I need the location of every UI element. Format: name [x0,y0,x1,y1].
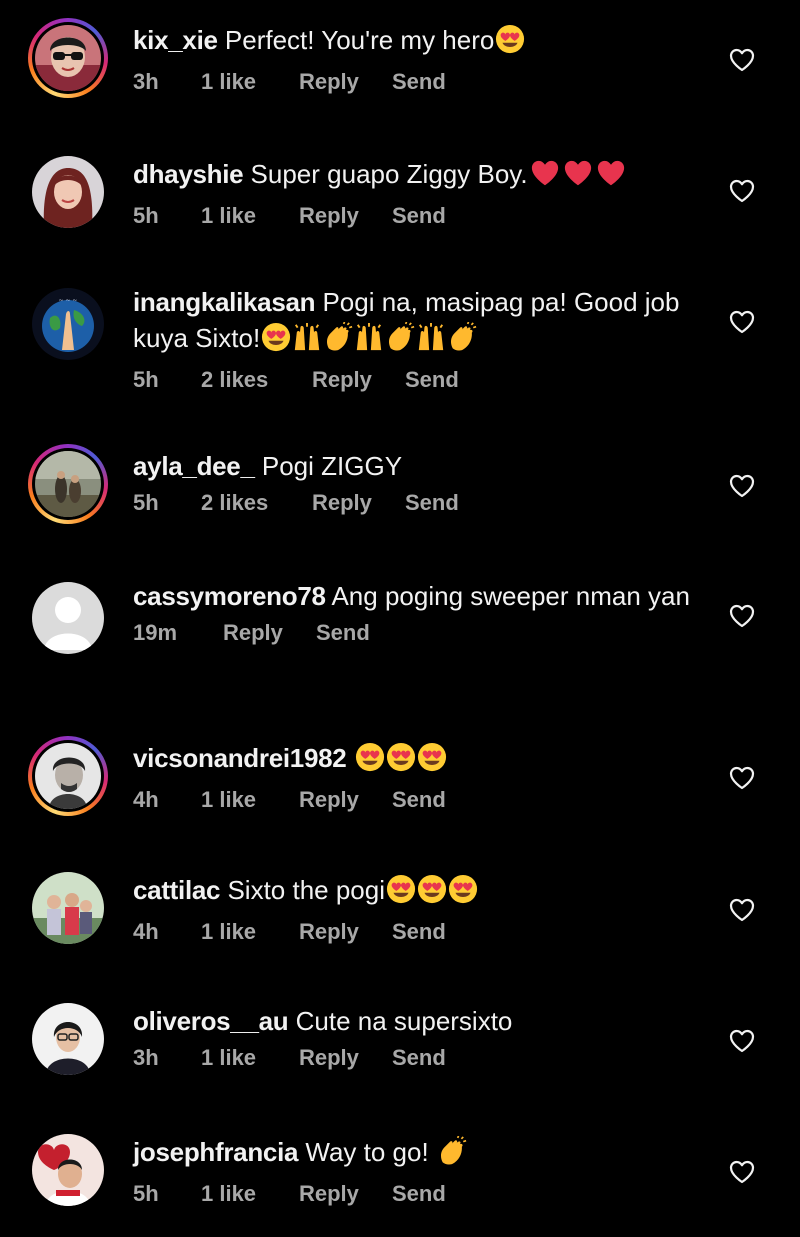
avatar[interactable] [28,999,108,1079]
comment-likes[interactable]: 1 like [201,1181,299,1207]
comment-likes[interactable]: 2 likes [201,490,312,516]
avatar[interactable] [28,736,108,816]
heart-eyes-emoji-icon [417,742,447,781]
comment-text: Ang poging sweeper nman yan [331,581,690,611]
avatar[interactable] [28,1130,108,1210]
comment-time: 19m [133,620,178,645]
avatar-image [35,451,101,517]
avatar[interactable] [28,444,108,524]
comment-text: Pogi ZIGGY [261,451,403,481]
comment-text: Cute na supersixto [295,1006,513,1036]
reply-button[interactable]: Reply [312,367,405,393]
comment-time: 5h [133,1181,159,1206]
avatar-image [32,872,104,944]
comment-time: 3h [133,69,159,94]
red-heart-emoji-icon [562,158,594,197]
comment-likes[interactable]: 2 likes [201,367,312,393]
clapping-hands-emoji-icon [447,322,477,361]
avatar-image [32,1003,104,1075]
avatar[interactable] [28,152,108,232]
heart-eyes-emoji-icon [386,874,416,913]
svg-text:~ ~ ~: ~ ~ ~ [59,297,78,304]
raising-hands-emoji-icon [354,322,384,361]
like-heart-icon[interactable] [729,898,755,922]
like-heart-icon[interactable] [729,1160,755,1184]
reply-button[interactable]: Reply [299,203,392,229]
reply-button[interactable]: Reply [299,1045,392,1071]
heart-eyes-emoji-icon [417,874,447,913]
reply-button[interactable]: Reply [299,787,392,813]
send-button[interactable]: Send [392,919,446,945]
comment-text: Sixto the pogi [227,875,386,905]
comment-username[interactable]: cattilac [133,875,221,905]
comment-likes[interactable]: 1 like [201,69,299,95]
reply-button[interactable]: Reply [299,1181,392,1207]
red-heart-emoji-icon [529,158,561,197]
comment-username[interactable]: inangkalikasan [133,287,316,317]
like-heart-icon[interactable] [729,766,755,790]
send-button[interactable]: Send [316,620,370,646]
comment-likes[interactable]: 1 like [201,919,299,945]
avatar[interactable] [28,868,108,948]
comment-likes[interactable]: 1 like [201,203,299,229]
reply-button[interactable]: Reply [299,919,392,945]
like-heart-icon[interactable] [729,474,755,498]
like-heart-icon[interactable] [729,604,755,628]
raising-hands-emoji-icon [416,322,446,361]
avatar-image [35,25,101,91]
send-button[interactable]: Send [392,787,446,813]
red-heart-emoji-icon [595,158,627,197]
avatar-image [32,1134,104,1206]
comment-time: 3h [133,1045,159,1070]
avatar[interactable] [28,578,108,658]
heart-eyes-emoji-icon [386,742,416,781]
comment-time: 4h [133,919,159,944]
clapping-hands-emoji-icon [385,322,415,361]
comment-text: Perfect! You're my hero [224,25,495,55]
send-button[interactable]: Send [392,203,446,229]
like-heart-icon[interactable] [729,179,755,203]
comment-time: 5h [133,367,159,392]
send-button[interactable]: Send [405,367,459,393]
send-button[interactable]: Send [392,69,446,95]
comment-username[interactable]: vicsonandrei1982 [133,743,347,773]
comment-username[interactable]: ayla_dee_ [133,451,255,481]
raising-hands-emoji-icon [292,322,322,361]
avatar-image: ~ ~ ~ [32,288,104,360]
avatar[interactable] [28,18,108,98]
heart-eyes-emoji-icon [448,874,478,913]
comment-username[interactable]: kix_xie [133,25,218,55]
comment-time: 4h [133,787,159,812]
comment-text: Super guapo Ziggy Boy. [250,159,528,189]
comment-time: 5h [133,490,159,515]
reply-button[interactable]: Reply [299,69,392,95]
reply-button[interactable]: Reply [312,490,405,516]
avatar-image [32,582,104,654]
comment-time: 5h [133,203,159,228]
clapping-hands-emoji-icon [437,1136,467,1175]
comment-likes[interactable]: 1 like [201,787,299,813]
comment-username[interactable]: dhayshie [133,159,244,189]
avatar-image [35,743,101,809]
heart-eyes-emoji-icon [261,322,291,361]
like-heart-icon[interactable] [729,48,755,72]
send-button[interactable]: Send [392,1181,446,1207]
reply-button[interactable]: Reply [223,620,316,646]
comment-likes[interactable]: 1 like [201,1045,299,1071]
like-heart-icon[interactable] [729,310,755,334]
comment-username[interactable]: oliveros__au [133,1006,289,1036]
heart-eyes-emoji-icon [355,742,385,781]
heart-eyes-emoji-icon [495,24,525,63]
like-heart-icon[interactable] [729,1029,755,1053]
comment-text: Way to go! [305,1137,429,1167]
comment-username[interactable]: cassymoreno78 [133,581,326,611]
avatar[interactable]: ~ ~ ~ [28,284,108,364]
clapping-hands-emoji-icon [323,322,353,361]
comment-username[interactable]: josephfrancia [133,1137,298,1167]
avatar-image [32,156,104,228]
send-button[interactable]: Send [392,1045,446,1071]
send-button[interactable]: Send [405,490,459,516]
